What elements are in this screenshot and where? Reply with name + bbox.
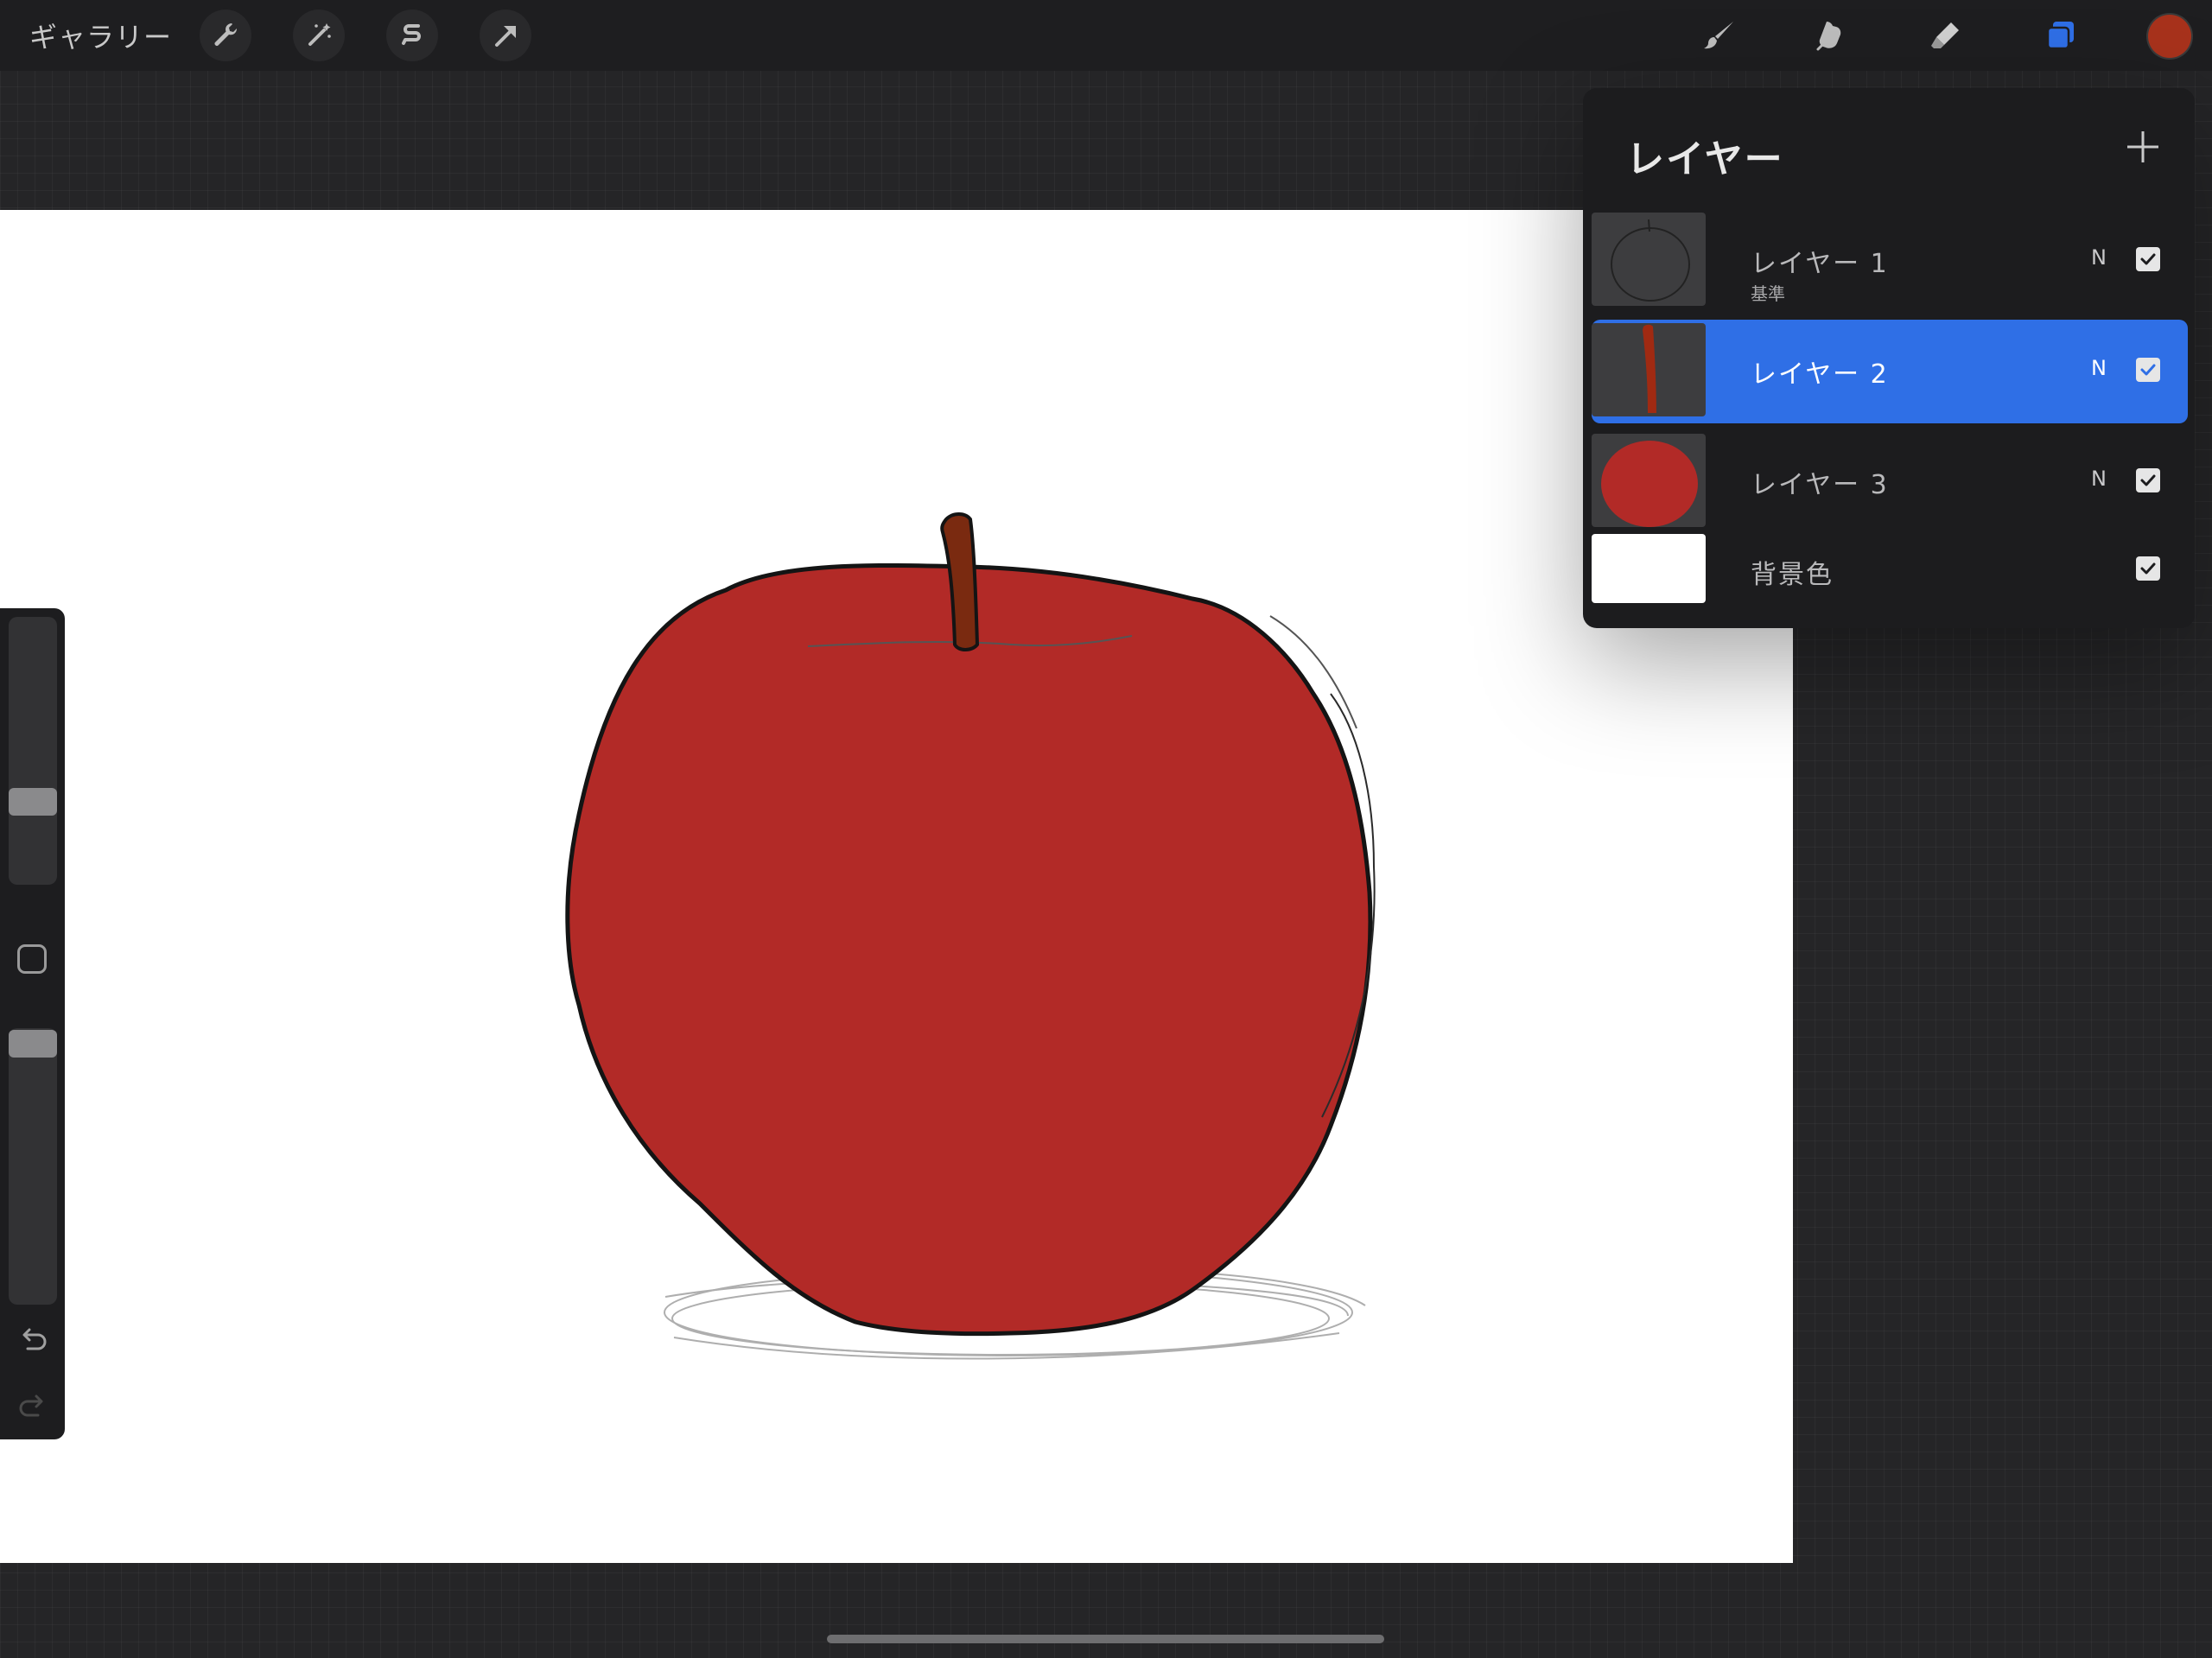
drawing-canvas[interactable] xyxy=(0,210,1793,1563)
layer-thumbnail xyxy=(1592,213,1706,306)
blend-mode-button[interactable]: N xyxy=(2091,356,2107,380)
layer-subtitle: 基準 xyxy=(1751,283,1785,304)
background-color-row[interactable]: 背景色 xyxy=(1592,530,2188,613)
eraser-icon[interactable] xyxy=(1920,10,1972,61)
layer-row[interactable]: レイヤー 2 N xyxy=(1592,320,2188,423)
redo-icon[interactable] xyxy=(16,1391,50,1426)
transform-arrow-icon[interactable] xyxy=(480,10,531,61)
gallery-button[interactable]: ギャラリー xyxy=(29,16,172,55)
selection-icon[interactable] xyxy=(386,10,438,61)
layer-name: レイヤー 2 xyxy=(1751,359,1889,390)
home-indicator[interactable] xyxy=(827,1635,1384,1643)
layer-visibility-checkbox[interactable] xyxy=(2136,358,2160,382)
checkmark-icon xyxy=(2140,474,2156,486)
layer-thumbnail xyxy=(1592,323,1706,416)
add-layer-icon[interactable] xyxy=(2124,128,2162,166)
smudge-icon[interactable] xyxy=(1806,10,1858,61)
layers-panel-title: レイヤー xyxy=(1626,137,1784,181)
blend-mode-button[interactable]: N xyxy=(2091,467,2107,491)
checkmark-icon xyxy=(2140,253,2156,265)
layer-row[interactable]: レイヤー 1 基準 N xyxy=(1592,209,2188,313)
layers-panel: レイヤー レイヤー 1 基準 N レイヤー 2 N レイヤー 3 N 背景色 xyxy=(1583,88,2195,628)
opacity-slider[interactable] xyxy=(9,1028,57,1305)
checkmark-icon xyxy=(2140,364,2156,376)
checkmark-icon xyxy=(2140,562,2156,575)
background-color-swatch xyxy=(1592,534,1706,603)
opacity-thumb[interactable] xyxy=(9,1030,57,1058)
layer-row[interactable]: レイヤー 3 N xyxy=(1592,430,2188,534)
layer-visibility-checkbox[interactable] xyxy=(2136,468,2160,492)
top-toolbar: ギャラリー xyxy=(0,0,2212,71)
blend-mode-button[interactable]: N xyxy=(2091,245,2107,270)
brush-icon[interactable] xyxy=(1694,10,1745,61)
layer-visibility-checkbox[interactable] xyxy=(2136,556,2160,581)
layer-name: 背景色 xyxy=(1751,560,1834,590)
layer-name: レイヤー 1 xyxy=(1751,249,1889,279)
undo-icon[interactable] xyxy=(16,1324,50,1359)
color-picker-button[interactable] xyxy=(2148,15,2191,58)
wrench-icon[interactable] xyxy=(200,10,251,61)
brush-size-slider[interactable] xyxy=(9,617,57,885)
apple-body xyxy=(565,562,1373,1337)
apple-artwork xyxy=(565,512,1376,1360)
layer-thumbnail xyxy=(1592,434,1706,527)
brush-size-thumb[interactable] xyxy=(9,788,57,816)
layer-name: レイヤー 3 xyxy=(1751,470,1889,500)
modify-button[interactable] xyxy=(17,944,47,974)
left-sidebar xyxy=(0,608,65,1439)
layer-visibility-checkbox[interactable] xyxy=(2136,247,2160,271)
magic-wand-icon[interactable] xyxy=(293,10,345,61)
layers-icon[interactable] xyxy=(2034,10,2086,61)
